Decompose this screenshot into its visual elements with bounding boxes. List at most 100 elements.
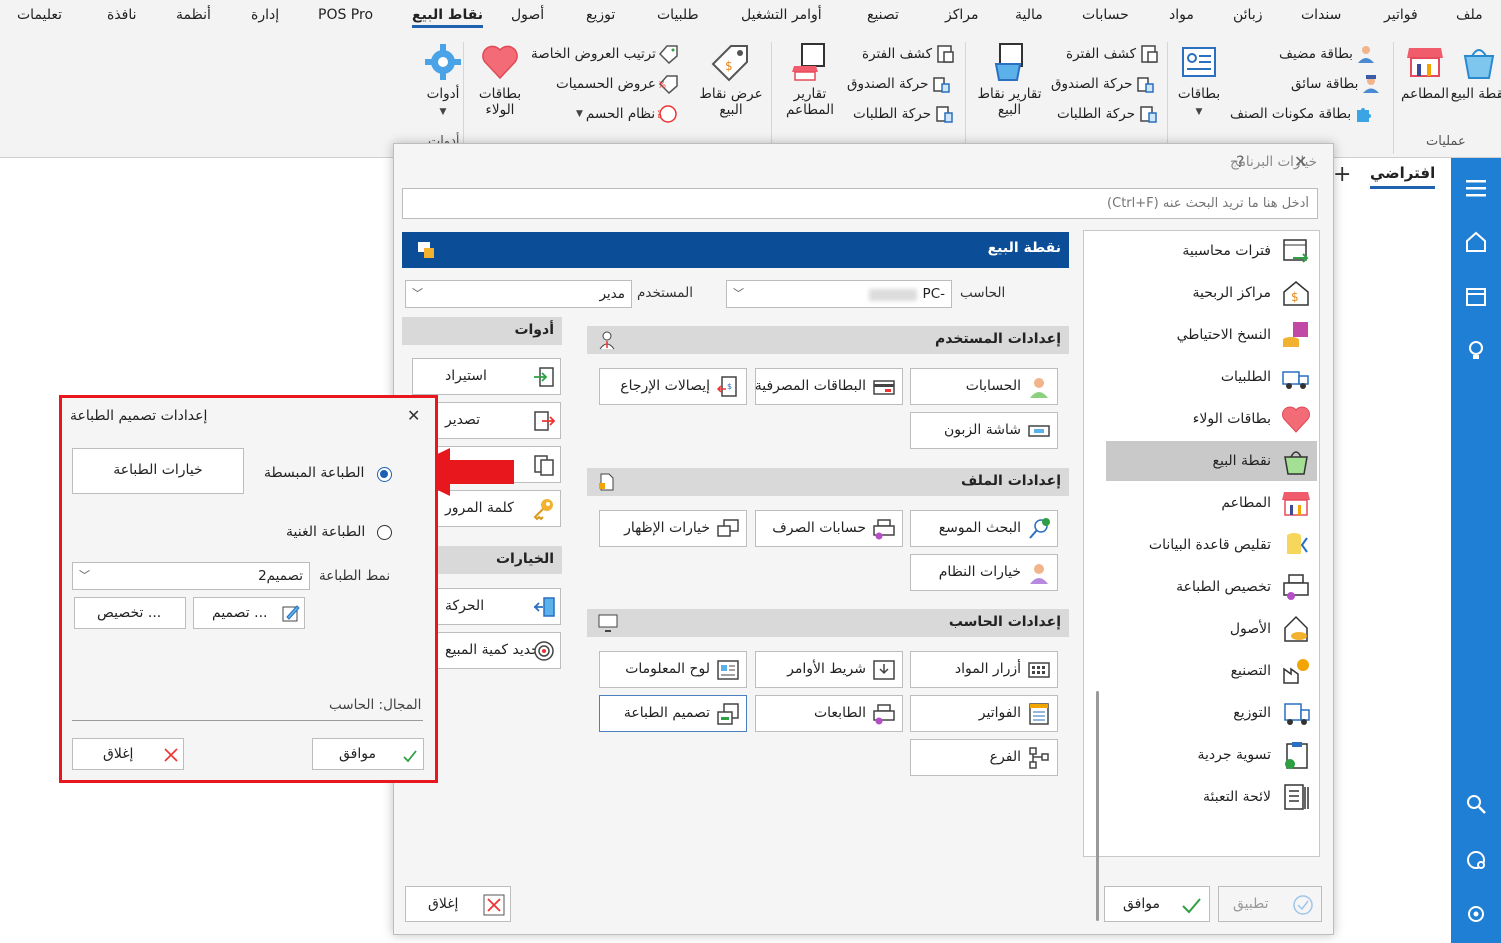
pos-reports-button[interactable]: تقارير نقاط البيع xyxy=(972,42,1047,118)
driver-card-button[interactable]: بطاقة سائق xyxy=(1291,74,1381,94)
menu-pos[interactable]: نقاط البيع xyxy=(412,7,484,28)
rich-print-radio[interactable] xyxy=(377,525,392,540)
menu-centers[interactable]: مراكز xyxy=(945,7,979,23)
search-input[interactable] xyxy=(402,188,1318,219)
command-bar-button[interactable]: شريط الأوامر xyxy=(755,651,903,688)
print-style-select[interactable]: تصميم2 ﹀ xyxy=(72,562,310,590)
accounts-button[interactable]: الحسابات xyxy=(910,368,1058,405)
branch-button[interactable]: الفرع xyxy=(910,739,1058,776)
orders-movement-2-button[interactable]: حركة الطلبات xyxy=(853,104,954,124)
calendar-icon[interactable] xyxy=(1464,284,1488,308)
print-ok-button[interactable]: موافق xyxy=(312,738,424,770)
bank-cards-button[interactable]: البطاقات المصرفية xyxy=(755,368,903,405)
menu-customers[interactable]: زبائن xyxy=(1233,7,1262,23)
customer-screen-button[interactable]: شاشة الزبون xyxy=(910,412,1058,449)
pos-point-button[interactable]: نقطة البيع xyxy=(1450,42,1501,102)
special-offers-button[interactable]: ترتيب العروض الخاصة xyxy=(531,44,679,64)
palette-icon[interactable] xyxy=(1464,848,1488,872)
nav-item-print-customization[interactable]: تخصيص الطباعة xyxy=(1084,567,1317,607)
menu-systems[interactable]: أنظمة xyxy=(176,7,211,23)
nav-item-pos[interactable]: نقطة البيع xyxy=(1106,441,1317,481)
restaurant-reports-button[interactable]: تقارير المطاعم xyxy=(776,42,844,118)
menu-window[interactable]: نافذة xyxy=(107,7,137,23)
ingredients-card-button[interactable]: بطاقة مكونات الصنف xyxy=(1230,104,1374,124)
discount-system-button[interactable]: % نظام الحسم ▼ xyxy=(576,104,678,124)
import-button[interactable]: استيراد xyxy=(412,358,561,395)
orders-movement-button[interactable]: حركة الطلبات xyxy=(1057,104,1158,124)
menu-accounts[interactable]: حسابات xyxy=(1082,7,1129,23)
hamburger-menu-icon[interactable] xyxy=(1464,176,1488,200)
cashbox-movement-button[interactable]: حركة الصندوق xyxy=(1051,74,1155,94)
tools-button[interactable]: أدوات ▼ xyxy=(414,42,472,120)
close-icon[interactable]: ✕ xyxy=(1294,152,1307,171)
menu-orders[interactable]: طلبيات xyxy=(657,7,699,23)
customize-button[interactable]: تخصيص ... xyxy=(74,597,186,629)
computer-select[interactable]: PC- ﹀ xyxy=(726,280,952,308)
simple-print-radio[interactable] xyxy=(377,467,392,482)
lightbulb-icon[interactable] xyxy=(1464,338,1488,362)
copy-icon xyxy=(534,455,554,476)
dashboard-button[interactable]: لوح المعلومات xyxy=(599,651,747,688)
guest-card-button[interactable]: بطاقة مضيف xyxy=(1279,44,1376,64)
cards-button[interactable]: بطاقات ▼ xyxy=(1170,42,1228,120)
chevron-down-icon: ﹀ xyxy=(79,569,90,582)
design-button[interactable]: تصميم ... xyxy=(193,597,305,629)
menu-financial[interactable]: مالية xyxy=(1015,7,1043,23)
restaurants-button[interactable]: المطاعم xyxy=(1396,42,1454,102)
print-options-button[interactable]: خيارات الطباعة xyxy=(72,448,244,494)
extended-search-button[interactable]: البحث الموسع xyxy=(910,510,1058,547)
invoices-button[interactable]: الفواتير xyxy=(910,695,1058,732)
menu-work-orders[interactable]: أوامر التشغيل xyxy=(741,7,822,23)
user-select[interactable]: مدير ﹀ xyxy=(405,280,632,308)
cashbox-movement-2-button[interactable]: حركة الصندوق xyxy=(847,74,951,94)
display-options-button[interactable]: خيارات الإظهار xyxy=(599,510,747,547)
help-button[interactable]: ? xyxy=(1236,152,1245,171)
home-icon[interactable] xyxy=(1464,230,1488,254)
printers-button[interactable]: الطابعات xyxy=(755,695,903,732)
nav-item-profit-centers[interactable]: مراكز الربحية $ xyxy=(1084,273,1317,313)
nav-item-assets[interactable]: الأصول xyxy=(1084,609,1317,649)
options-close-button[interactable]: إغلاق xyxy=(405,886,511,922)
menu-materials[interactable]: مواد xyxy=(1169,7,1194,23)
nav-item-orders[interactable]: الطلبيات xyxy=(1084,357,1317,397)
period-statement-2-button[interactable]: كشف الفترة xyxy=(862,44,955,64)
pos-offer-button[interactable]: $ عرض نقاط البيع xyxy=(693,42,769,118)
nav-item-backup[interactable]: النسخ الاحتياطي xyxy=(1084,315,1317,355)
menu-pos-pro[interactable]: POS Pro xyxy=(318,7,373,23)
nav-item-accounting-periods[interactable]: فترات محاسبية xyxy=(1084,231,1317,271)
menu-administration[interactable]: إدارة xyxy=(251,7,279,23)
loyalty-cards-button[interactable]: بطاقات الولاء xyxy=(471,42,529,118)
apply-button[interactable]: تطبيق xyxy=(1218,886,1322,922)
invoice-icon xyxy=(1029,703,1049,725)
menu-help[interactable]: تعليمات xyxy=(17,7,62,23)
menu-vouchers[interactable]: سندات xyxy=(1301,7,1341,23)
search-icon[interactable] xyxy=(1464,792,1488,816)
card-icon xyxy=(1182,47,1216,77)
print-design-button[interactable]: تصميم الطباعة xyxy=(599,695,747,732)
item-buttons-button[interactable]: أزرار المواد xyxy=(910,651,1058,688)
period-statement-button[interactable]: كشف الفترة xyxy=(1066,44,1159,64)
nav-item-shrink-database[interactable]: تقليص قاعدة البيانات xyxy=(1084,525,1317,565)
nav-item-packing-list[interactable]: لائحة التعبئة xyxy=(1084,777,1317,817)
print-close-button[interactable]: إغلاق xyxy=(72,738,184,770)
menu-bar: ملف فواتير سندات زبائن مواد حسابات مالية… xyxy=(0,0,1501,36)
exchange-accounts-button[interactable]: حسابات الصرف xyxy=(755,510,903,547)
menu-manufacturing[interactable]: تصنيع xyxy=(867,7,899,23)
settings-gear-icon[interactable] xyxy=(1464,902,1488,926)
nav-item-restaurants[interactable]: المطاعم xyxy=(1084,483,1317,523)
close-icon[interactable]: ✕ xyxy=(407,406,420,425)
menu-invoices[interactable]: فواتير xyxy=(1384,7,1418,23)
return-receipts-button[interactable]: إيصالات الإرجاع $ xyxy=(599,368,747,405)
menu-assets[interactable]: أصول xyxy=(511,7,544,23)
nav-item-manufacturing[interactable]: التصنيع xyxy=(1084,651,1317,691)
add-tab-button[interactable]: + xyxy=(1333,162,1351,187)
nav-item-inventory-settlement[interactable]: تسوية جردية xyxy=(1084,735,1317,775)
menu-distribution[interactable]: توزيع xyxy=(586,7,615,23)
nav-item-loyalty-cards[interactable]: بطاقات الولاء xyxy=(1084,399,1317,439)
tab-default[interactable]: افتراضي xyxy=(1370,164,1436,189)
nav-item-distribution[interactable]: التوزيع xyxy=(1084,693,1317,733)
ok-button[interactable]: موافق xyxy=(1104,886,1210,922)
system-options-button[interactable]: خيارات النظام xyxy=(910,554,1058,591)
discount-offers-button[interactable]: % عروض الحسميات xyxy=(556,74,679,94)
menu-file[interactable]: ملف xyxy=(1456,7,1483,23)
